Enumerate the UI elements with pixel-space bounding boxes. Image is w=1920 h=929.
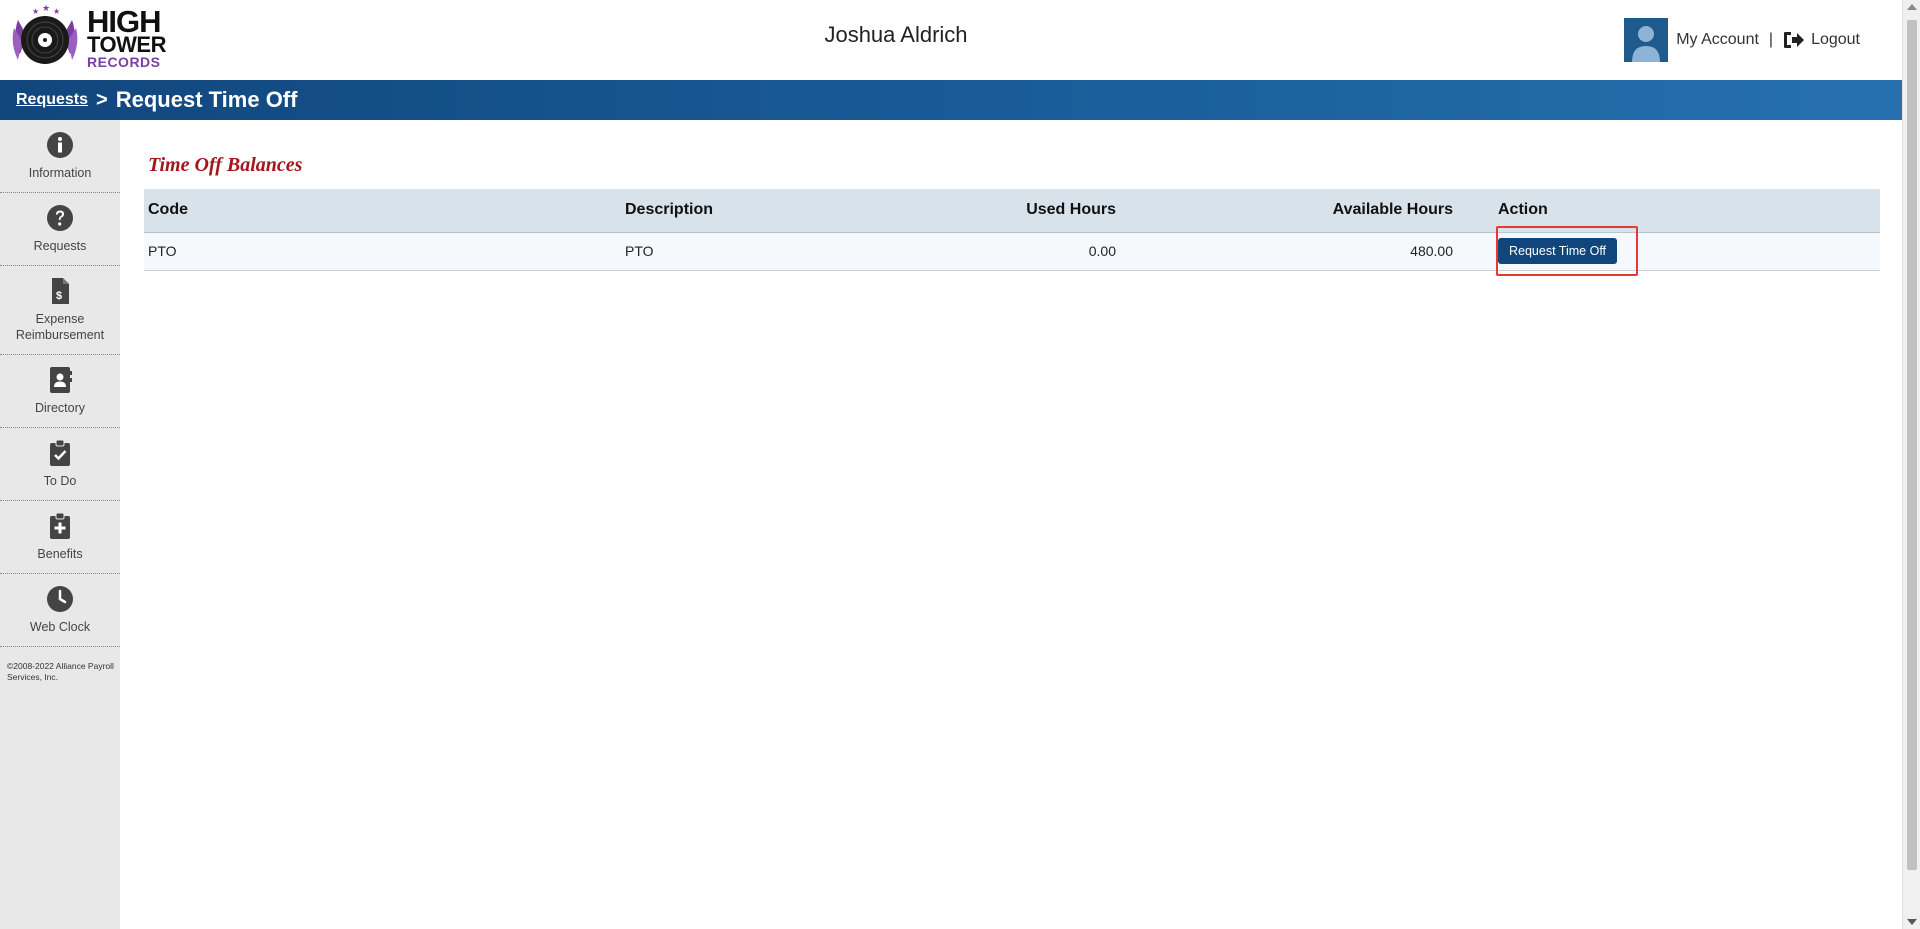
sidebar-item-label-line1: Expense [35, 311, 85, 326]
copyright-line1: ©2008-2022 Alliance Payroll [7, 661, 114, 671]
logout-label: Logout [1811, 31, 1860, 48]
header: ★ ★ ★ HIGH TOWER RECORDS Joshua Aldrich … [0, 0, 1902, 80]
sidebar-item-label: Directory [34, 400, 85, 415]
time-off-balances-table: Code Description Used Hours Available Ho… [144, 189, 1880, 271]
sidebar-item-label: To Do [43, 473, 77, 488]
svg-text:★: ★ [42, 3, 50, 13]
column-header-code: Code [144, 189, 621, 233]
cell-description: PTO [621, 232, 906, 271]
column-header-used-hours: Used Hours [906, 189, 1120, 233]
column-header-available-hours: Available Hours [1120, 189, 1457, 233]
sidebar-item-to-do[interactable]: To Do [0, 428, 120, 501]
clock-icon [47, 585, 73, 612]
dollar-document-icon: $ [52, 277, 69, 304]
clipboard-check-icon [50, 439, 70, 466]
sidebar-item-directory[interactable]: Directory [0, 355, 120, 428]
scroll-up-arrow-icon[interactable] [1907, 4, 1917, 10]
breadcrumb: Requests > Request Time Off [0, 80, 1902, 120]
sidebar: Information Requests $ Expense Reimburse… [0, 120, 120, 929]
column-header-description: Description [621, 189, 906, 233]
sidebar-item-expense-reimbursement[interactable]: $ Expense Reimbursement [0, 266, 120, 355]
info-circle-icon [47, 131, 73, 158]
sidebar-item-label: Web Clock [29, 619, 91, 634]
request-time-off-button[interactable]: Request Time Off [1498, 238, 1618, 264]
sidebar-item-information[interactable]: Information [0, 120, 120, 193]
sidebar-item-label: Benefits [37, 546, 83, 561]
sidebar-item-requests[interactable]: Requests [0, 193, 120, 266]
question-circle-icon [47, 204, 73, 231]
column-header-action: Action [1457, 189, 1880, 233]
page-title: Request Time Off [115, 87, 298, 112]
sidebar-item-label: Information [28, 165, 92, 180]
sidebar-item-label: Requests [33, 238, 87, 253]
table-row: PTO PTO 0.00 480.00 Request Time Off [144, 232, 1880, 271]
breadcrumb-separator: > [96, 88, 108, 111]
cell-available-hours: 480.00 [1120, 232, 1457, 271]
breadcrumb-requests-link[interactable]: Requests [16, 91, 88, 109]
copyright: ©2008-2022 Alliance Payroll Services, In… [0, 647, 118, 684]
avatar[interactable] [1624, 18, 1669, 62]
sidebar-item-benefits[interactable]: Benefits [0, 501, 120, 574]
scrollbar-thumb[interactable] [1907, 20, 1917, 870]
table-header-row: Code Description Used Hours Available Ho… [144, 189, 1880, 233]
scroll-down-arrow-icon[interactable] [1907, 919, 1917, 925]
sidebar-item-web-clock[interactable]: Web Clock [0, 574, 120, 647]
sidebar-item-label-line2: Reimbursement [15, 328, 105, 342]
cell-action: Request Time Off [1457, 232, 1880, 271]
cell-used-hours: 0.00 [906, 232, 1120, 271]
account-area: My Account | Logout [1624, 18, 1860, 62]
cell-code: PTO [144, 232, 621, 271]
clipboard-plus-icon [50, 512, 70, 539]
user-name: Joshua Aldrich [824, 22, 968, 47]
my-account-link[interactable]: My Account [1676, 31, 1759, 49]
main-content: Time Off Balances Code Description Used … [144, 120, 1880, 271]
address-book-icon [50, 366, 72, 393]
svg-text:★: ★ [53, 7, 60, 16]
svg-text:$: $ [56, 290, 62, 302]
logo-text-records: RECORDS [87, 54, 161, 70]
sign-out-icon [1784, 32, 1805, 48]
svg-text:★: ★ [32, 7, 39, 16]
copyright-line2: Services, Inc. [7, 672, 59, 683]
logout-button[interactable]: Logout [1783, 31, 1860, 49]
section-title: Time Off Balances [148, 154, 303, 176]
header-separator: | [1768, 31, 1774, 48]
user-icon [1632, 26, 1661, 62]
vertical-scrollbar[interactable] [1902, 0, 1920, 929]
